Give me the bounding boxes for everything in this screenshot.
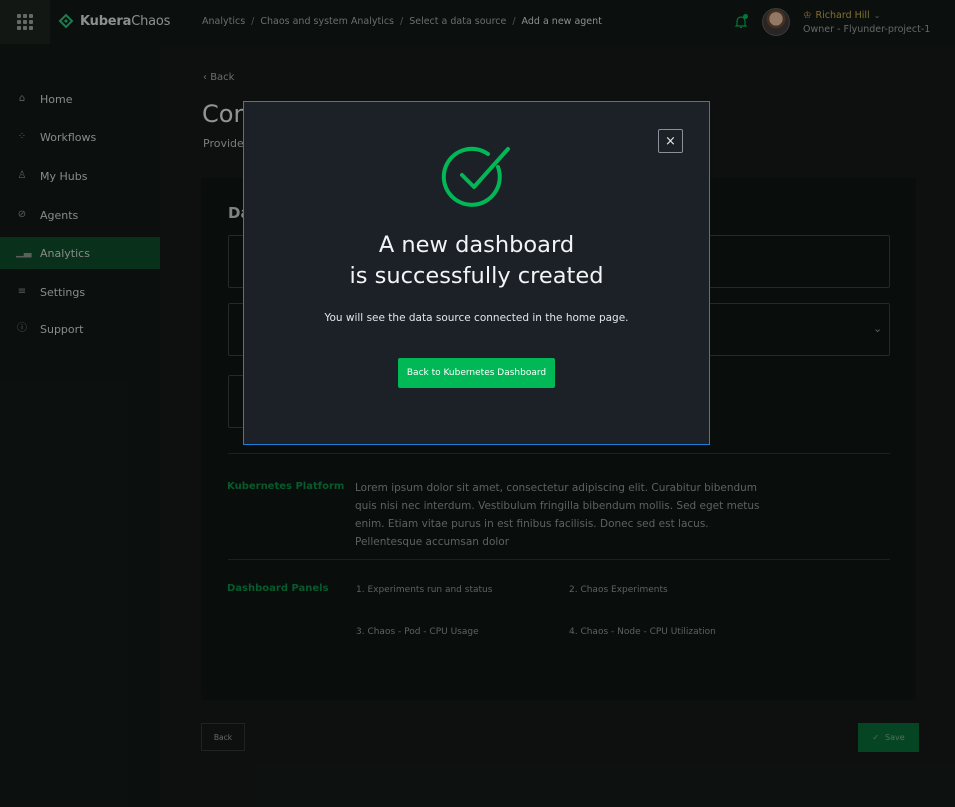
modal-title-line-1: A new dashboard [378, 232, 575, 258]
back-to-dashboard-button[interactable]: Back to Kubernetes Dashboard [398, 358, 555, 388]
modal-title-line-2: is successfully created [349, 263, 604, 289]
close-button[interactable]: × [658, 129, 683, 153]
success-check-icon [441, 146, 510, 207]
close-icon: × [665, 133, 676, 149]
modal-title: A new dashboard is successfully created [243, 230, 710, 292]
modal-description: You will see the data source connected i… [324, 312, 629, 324]
